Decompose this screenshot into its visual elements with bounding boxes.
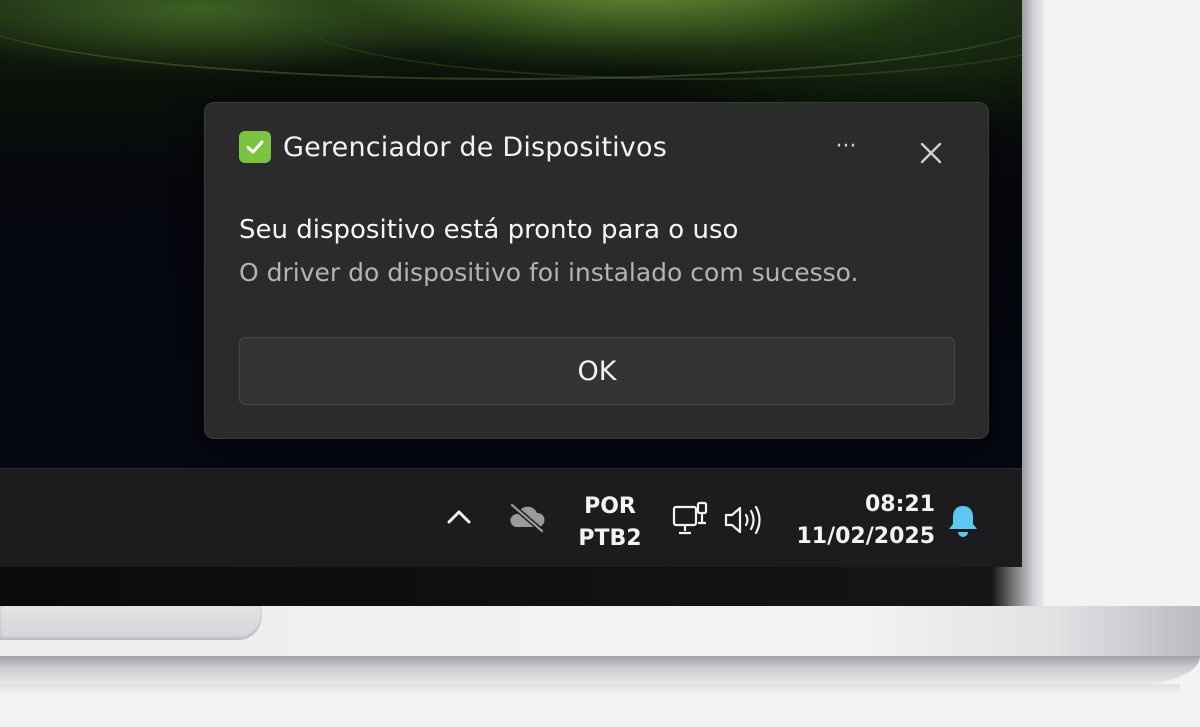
notification-toast: Gerenciador de Dispositivos ··· Seu disp…: [204, 102, 989, 439]
more-options-icon[interactable]: ···: [830, 136, 862, 165]
laptop-base-edge: [0, 656, 1200, 684]
taskbar: POR PTB2 08:21 11/02/2025: [0, 468, 1022, 567]
network-icon[interactable]: [670, 501, 712, 539]
ok-button[interactable]: OK: [239, 337, 955, 405]
laptop-notch: [0, 606, 262, 640]
volume-icon[interactable]: [722, 503, 766, 537]
notification-title: Seu dispositivo está pronto para o uso: [239, 215, 739, 245]
clock-date: 11/02/2025: [796, 524, 935, 549]
app-name: Gerenciador de Dispositivos: [283, 131, 667, 163]
language-code: POR: [584, 494, 636, 519]
screen: Gerenciador de Dispositivos ··· Seu disp…: [0, 0, 1022, 567]
toast-header: Gerenciador de Dispositivos: [239, 131, 667, 163]
check-mark-icon: [239, 131, 271, 163]
laptop-lid: Gerenciador de Dispositivos ··· Seu disp…: [0, 0, 1044, 606]
taskbar-clock[interactable]: 08:21 11/02/2025: [780, 489, 935, 553]
input-language-indicator[interactable]: POR PTB2: [570, 491, 650, 555]
keyboard-layout: PTB2: [578, 526, 642, 551]
chevron-up-icon[interactable]: [444, 505, 474, 529]
notification-message: O driver do dispositivo foi instalado co…: [239, 258, 859, 287]
clock-time: 08:21: [864, 492, 935, 517]
bell-icon[interactable]: [946, 503, 980, 539]
cloud-off-icon[interactable]: [506, 501, 548, 534]
close-icon[interactable]: [917, 139, 945, 167]
laptop-shadow: [0, 684, 1180, 694]
